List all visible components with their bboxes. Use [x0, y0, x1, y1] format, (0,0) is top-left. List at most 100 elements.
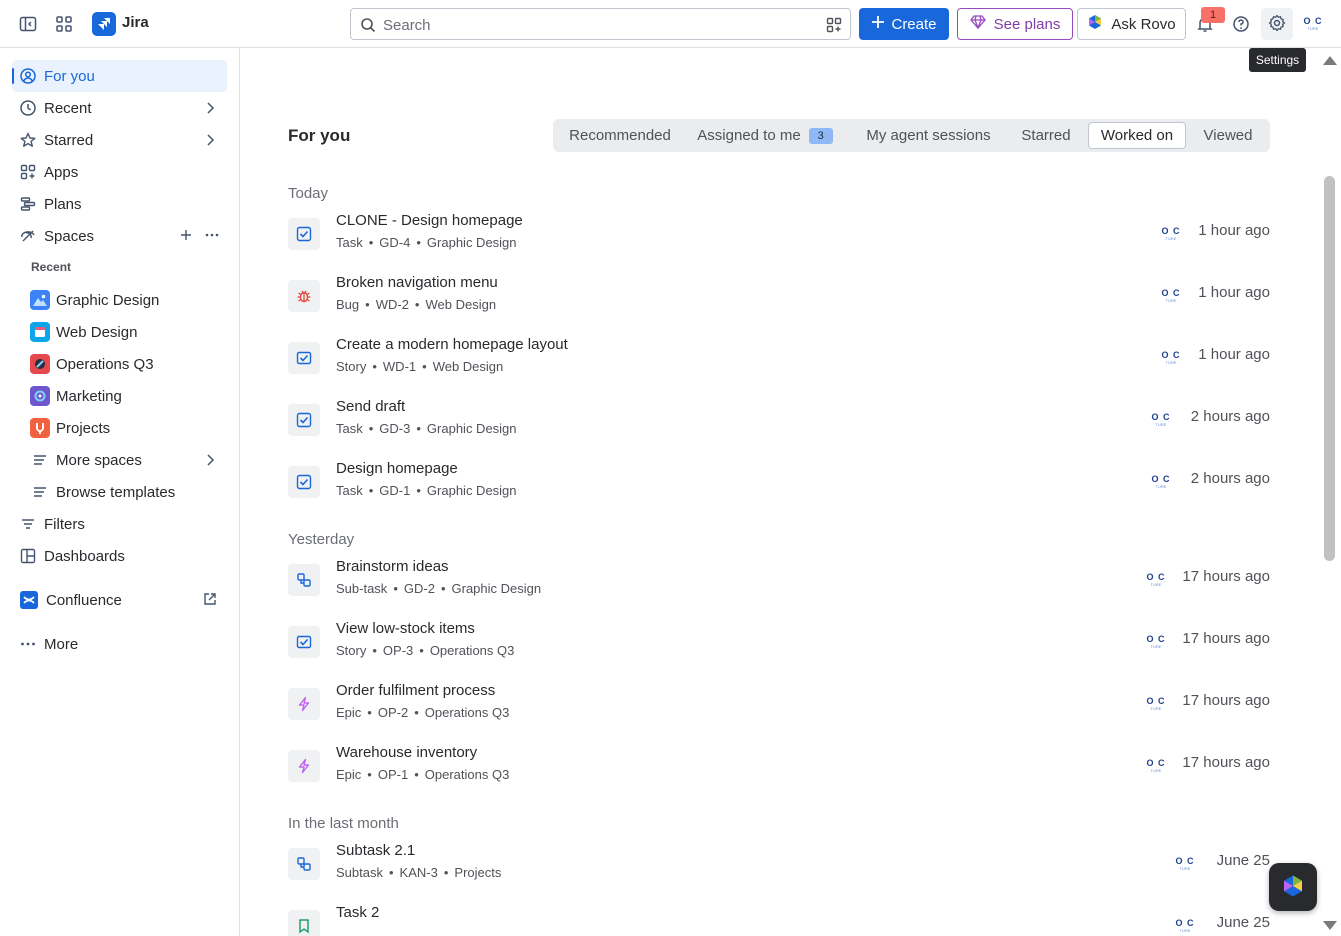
- search-input[interactable]: [383, 15, 803, 35]
- assignee-avatar[interactable]: O C TURE: [1144, 754, 1168, 778]
- sidebar-item-more[interactable]: More: [12, 628, 227, 660]
- sidebar-toggle-icon[interactable]: [16, 12, 40, 36]
- item-type: Bug: [336, 297, 360, 312]
- scroll-down-arrow-icon[interactable]: [1323, 921, 1337, 930]
- add-space-icon[interactable]: [179, 228, 193, 246]
- chevron-right-icon[interactable]: [203, 453, 217, 471]
- profile-avatar[interactable]: O C TURE: [1301, 12, 1325, 36]
- list-item[interactable]: Send draft Task • GD-3 • Graphic Design O C TUR…: [288, 396, 1270, 452]
- item-title[interactable]: CLONE - Design homepage: [336, 212, 523, 229]
- tab-label: My agent sessions: [866, 127, 991, 144]
- list-item[interactable]: Task 2 O C TURE June 25: [288, 902, 1270, 936]
- app-name[interactable]: Jira: [122, 14, 149, 31]
- space-item-graphic-design[interactable]: Graphic Design: [24, 284, 227, 316]
- sidebar-item-label: Plans: [44, 195, 82, 213]
- item-key: KAN-3: [399, 865, 438, 880]
- list-item[interactable]: Create a modern homepage layout Story • WD-…: [288, 334, 1270, 390]
- list-item[interactable]: Design homepage Task • GD-1 • Graphic Design O…: [288, 458, 1270, 514]
- scroll-up-arrow-icon[interactable]: [1323, 56, 1337, 65]
- list-item[interactable]: Order fulfilment process Epic • OP-2 • Operat…: [288, 680, 1270, 736]
- space-item-projects[interactable]: Projects: [24, 412, 227, 444]
- help-icon[interactable]: [1229, 12, 1253, 36]
- assignee-avatar[interactable]: O C TURE: [1149, 470, 1173, 494]
- item-timestamp: 1 hour ago: [1198, 222, 1270, 239]
- scrollbar-thumb[interactable]: [1324, 176, 1335, 561]
- item-timestamp: 2 hours ago: [1190, 470, 1270, 487]
- item-title[interactable]: Subtask 2.1: [336, 842, 415, 859]
- item-title[interactable]: Brainstorm ideas: [336, 558, 449, 575]
- sidebar-item-spaces[interactable]: Spaces: [12, 220, 227, 252]
- assignee-avatar[interactable]: O C TURE: [1144, 692, 1168, 716]
- avatar-subtext: TURE: [1150, 644, 1162, 649]
- separator-dot: •: [372, 359, 377, 374]
- space-item-web-design[interactable]: Web Design: [24, 316, 227, 348]
- item-key: OP-2: [377, 705, 409, 720]
- sidebar-item-filters[interactable]: Filters: [12, 508, 227, 540]
- sidebar-item-starred[interactable]: Starred: [12, 124, 227, 156]
- avatar-subtext: TURE: [1165, 360, 1177, 365]
- tab-recommended[interactable]: Recommended: [558, 122, 682, 149]
- sidebar-item-confluence[interactable]: Confluence: [12, 584, 227, 616]
- rovo-icon: [1281, 874, 1305, 901]
- assignee-avatar[interactable]: O C TURE: [1149, 408, 1173, 432]
- assignee-avatar[interactable]: O C TURE: [1144, 630, 1168, 654]
- space-item-operations-q3[interactable]: Operations Q3: [24, 348, 227, 380]
- item-title[interactable]: Order fulfilment process: [336, 682, 495, 699]
- item-title[interactable]: View low-stock items: [336, 620, 475, 637]
- tab-label: Viewed: [1203, 127, 1253, 144]
- rovo-chat-button[interactable]: [1269, 863, 1317, 911]
- sidebar-item-more-spaces[interactable]: More spaces: [24, 444, 227, 476]
- ask-rovo-button[interactable]: Ask Rovo: [1077, 8, 1186, 40]
- bug-icon: [288, 280, 320, 312]
- assignee-avatar[interactable]: O C TURE: [1173, 852, 1197, 876]
- assignee-avatar[interactable]: O C TURE: [1159, 346, 1183, 370]
- item-key: WD-2: [375, 297, 409, 312]
- sidebar-item-browse-templates[interactable]: Browse templates: [24, 476, 227, 508]
- app-switcher-icon[interactable]: [52, 12, 76, 36]
- tab-assigned-to-me[interactable]: Assigned to me 3: [690, 122, 840, 149]
- separator-dot: •: [422, 359, 427, 374]
- settings-button[interactable]: [1261, 8, 1293, 40]
- external-link-icon[interactable]: [203, 592, 217, 610]
- list-item[interactable]: Broken navigation menu Bug • WD-2 • Web Desig…: [288, 272, 1270, 328]
- sidebar-item-for-you[interactable]: For you: [12, 60, 227, 92]
- jira-logo-icon[interactable]: [92, 12, 116, 36]
- sidebar-item-plans[interactable]: Plans: [12, 188, 227, 220]
- assignee-avatar[interactable]: O C TURE: [1144, 568, 1168, 592]
- see-plans-button[interactable]: See plans: [957, 8, 1073, 40]
- item-title[interactable]: Create a modern homepage layout: [336, 336, 568, 353]
- notification-count-badge: 1: [1201, 7, 1225, 23]
- sidebar-item-dashboards[interactable]: Dashboards: [12, 540, 227, 572]
- vertical-scrollbar[interactable]: [1321, 48, 1341, 936]
- assignee-avatar[interactable]: O C TURE: [1159, 284, 1183, 308]
- list-item[interactable]: View low-stock items Story • OP-3 • Operation…: [288, 618, 1270, 674]
- list-item[interactable]: CLONE - Design homepage Task • GD-4 • Graphic…: [288, 210, 1270, 266]
- avatar-initials: O C: [1175, 856, 1195, 866]
- list-item[interactable]: Warehouse inventory Epic • OP-1 • Operations …: [288, 742, 1270, 798]
- list-item[interactable]: Subtask 2.1 Subtask • KAN-3 • Projects O C TURE…: [288, 840, 1270, 896]
- tab-worked-on[interactable]: Worked on: [1088, 122, 1186, 149]
- item-title[interactable]: Send draft: [336, 398, 405, 415]
- avatar-subtext: TURE: [1150, 768, 1162, 773]
- assignee-avatar[interactable]: O C TURE: [1159, 222, 1183, 246]
- search-filter-icon[interactable]: [826, 17, 842, 36]
- create-button[interactable]: Create: [859, 8, 949, 40]
- group-heading-yesterday: Yesterday: [288, 531, 355, 548]
- space-item-marketing[interactable]: Marketing: [24, 380, 227, 412]
- chevron-right-icon[interactable]: [203, 101, 217, 119]
- item-title[interactable]: Task 2: [336, 904, 379, 921]
- tab-starred[interactable]: Starred: [1011, 122, 1081, 149]
- avatar-subtext: TURE: [1165, 236, 1177, 241]
- chevron-right-icon[interactable]: [203, 133, 217, 151]
- item-title[interactable]: Warehouse inventory: [336, 744, 477, 761]
- item-title[interactable]: Design homepage: [336, 460, 458, 477]
- item-title[interactable]: Broken navigation menu: [336, 274, 498, 291]
- tab-my-agent-sessions[interactable]: My agent sessions: [856, 122, 1001, 149]
- sidebar-item-apps[interactable]: Apps: [12, 156, 227, 188]
- tab-viewed[interactable]: Viewed: [1193, 122, 1263, 149]
- search-box[interactable]: [350, 8, 851, 40]
- assignee-avatar[interactable]: O C TURE: [1173, 914, 1197, 936]
- list-item[interactable]: Brainstorm ideas Sub-task • GD-2 • Graphic De…: [288, 556, 1270, 612]
- more-actions-icon[interactable]: [205, 228, 219, 246]
- sidebar-item-recent[interactable]: Recent: [12, 92, 227, 124]
